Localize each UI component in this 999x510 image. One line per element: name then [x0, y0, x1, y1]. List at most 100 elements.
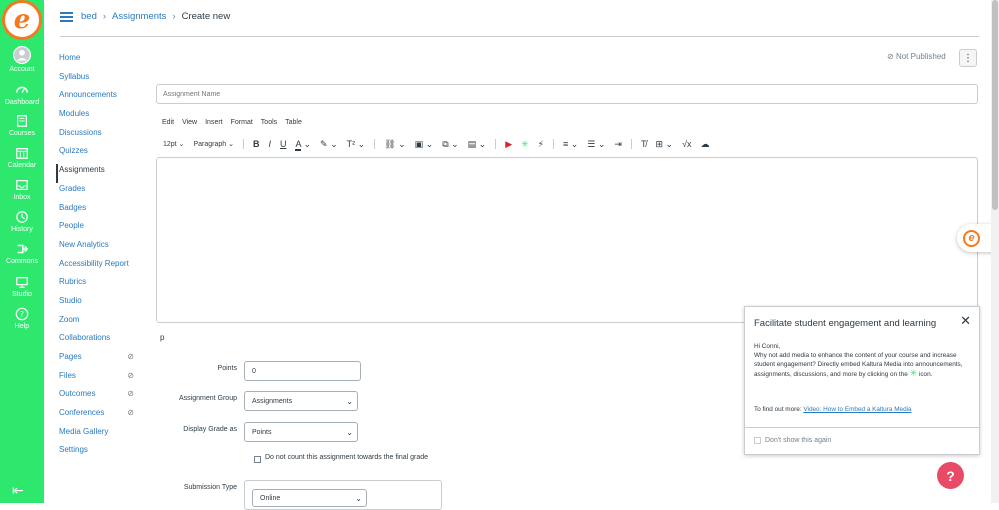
apps-icon[interactable]: ⚡: [538, 139, 544, 150]
chevron-down-icon: ⌄: [346, 396, 353, 406]
menu-table[interactable]: Table: [285, 119, 302, 126]
hidden-eye-icon: ⊘: [127, 408, 134, 418]
image-icon[interactable]: ▣ ⌄: [415, 139, 434, 150]
submission-type-select[interactable]: Online ⌄: [252, 489, 367, 507]
cloud-upload-icon[interactable]: ☁: [701, 139, 710, 150]
institution-logo[interactable]: e: [2, 0, 42, 40]
breadcrumb-course[interactable]: bed: [81, 11, 97, 22]
course-nav-grades[interactable]: Grades: [56, 183, 146, 202]
list-icon[interactable]: ☰ ⌄: [587, 139, 605, 150]
course-nav-rubrics[interactable]: Rubrics: [56, 276, 146, 295]
nav-courses[interactable]: Courses: [0, 114, 44, 146]
commons-icon: [17, 244, 29, 254]
display-grade-label: Display Grade as: [183, 426, 237, 433]
help-button[interactable]: ?: [937, 462, 964, 489]
nav-inbox[interactable]: Inbox: [0, 178, 44, 210]
menu-format[interactable]: Format: [231, 119, 253, 126]
link-icon[interactable]: ⛓ ⌄: [384, 139, 405, 150]
course-nav-conferences[interactable]: Conferences ⊘: [56, 407, 146, 426]
course-nav-settings[interactable]: Settings: [56, 444, 146, 463]
breadcrumb-assignments[interactable]: Assignments: [112, 11, 166, 22]
course-nav-files[interactable]: Files ⊘: [56, 370, 146, 389]
inbox-icon: [16, 180, 28, 190]
nav-help[interactable]: ? Help: [0, 307, 44, 339]
points-label: Points: [217, 365, 237, 372]
points-input[interactable]: 0: [244, 361, 361, 381]
menu-edit[interactable]: Edit: [162, 119, 174, 126]
assignment-group-select[interactable]: Assignments ⌄: [244, 391, 358, 411]
course-nav-people[interactable]: People: [56, 220, 146, 239]
align-icon[interactable]: ≡ ⌄: [563, 139, 578, 150]
nav-studio[interactable]: Studio: [0, 275, 44, 307]
close-icon[interactable]: ✕: [960, 313, 971, 329]
more-options-button[interactable]: ⋮: [959, 49, 977, 67]
underline-icon[interactable]: U: [280, 139, 287, 149]
toolbar-divider: [374, 139, 376, 149]
editor-path: p: [160, 333, 165, 342]
dashboard-icon: [16, 86, 28, 93]
nav-dashboard[interactable]: Dashboard: [0, 83, 44, 115]
dont-show-checkbox[interactable]: [754, 437, 761, 444]
scrollbar-thumb[interactable]: [992, 0, 998, 210]
course-nav-quizzes[interactable]: Quizzes: [56, 145, 146, 164]
nav-calendar[interactable]: Calendar: [0, 146, 44, 178]
nav-history[interactable]: History: [0, 210, 44, 242]
course-nav-syllabus[interactable]: Syllabus: [56, 71, 146, 90]
youtube-icon[interactable]: ▶: [505, 139, 512, 150]
superscript-icon[interactable]: T² ⌄: [347, 139, 366, 150]
kaltura-media-icon[interactable]: ✳: [521, 139, 529, 150]
svg-text:?: ?: [20, 310, 24, 319]
bold-icon[interactable]: B: [253, 139, 260, 149]
kaltura-media-icon: ✳: [909, 368, 918, 379]
courses-icon: [17, 115, 27, 127]
font-size-select[interactable]: 12pt ⌄: [163, 140, 184, 148]
course-nav-zoom[interactable]: Zoom: [56, 314, 146, 333]
menu-tools[interactable]: Tools: [261, 119, 277, 126]
page-scrollbar[interactable]: [991, 0, 999, 503]
table-icon[interactable]: ⊞ ⌄: [655, 139, 673, 150]
course-nav-modules[interactable]: Modules: [56, 108, 146, 127]
popup-divider: [745, 427, 979, 428]
hamburger-menu-icon[interactable]: [60, 12, 73, 22]
menu-view[interactable]: View: [182, 119, 197, 126]
media-icon[interactable]: ⧉ ⌄: [442, 139, 458, 150]
dont-show-again[interactable]: Don't show this again: [754, 437, 831, 444]
document-icon[interactable]: ▤ ⌄: [468, 139, 487, 150]
course-nav-studio[interactable]: Studio: [56, 295, 146, 314]
indent-icon[interactable]: ⇥: [614, 139, 622, 150]
equation-icon[interactable]: √x: [682, 139, 691, 149]
calendar-icon: [16, 148, 28, 159]
assignment-name-input[interactable]: [156, 84, 978, 104]
breadcrumb: bed › Assignments › Create new: [81, 11, 230, 22]
final-grade-label: Do not count this assignment towards the…: [265, 454, 429, 461]
popup-body: Hi Conni, Why not add media to enhance t…: [754, 343, 963, 379]
breadcrumb-separator-icon: ›: [102, 11, 107, 22]
block-format-select[interactable]: Paragraph ⌄: [193, 140, 234, 148]
submission-type-label: Submission Type: [183, 484, 237, 491]
course-nav-home[interactable]: Home: [56, 52, 146, 71]
nav-account[interactable]: Account: [0, 46, 44, 78]
text-color-icon[interactable]: A ⌄: [295, 138, 311, 151]
breadcrumb-current: Create new: [181, 11, 231, 22]
course-nav-collaborations[interactable]: Collaborations: [56, 332, 146, 351]
question-icon: ?: [946, 467, 955, 484]
course-nav-assignments[interactable]: Assignments: [56, 164, 146, 183]
editor-toolbar: 12pt ⌄ Paragraph ⌄ B I U A ⌄ ✎ ⌄ T² ⌄ ⛓ …: [163, 137, 719, 151]
final-grade-checkbox[interactable]: [254, 456, 261, 463]
italic-icon[interactable]: I: [268, 139, 271, 149]
clear-format-icon[interactable]: T̸: [641, 139, 647, 149]
collapse-nav-icon[interactable]: ⇤: [12, 482, 24, 499]
rich-content-editor[interactable]: [156, 157, 978, 323]
menu-insert[interactable]: Insert: [205, 119, 223, 126]
toolbar-divider: [495, 139, 497, 149]
course-nav-new-analytics[interactable]: New Analytics: [56, 239, 146, 258]
display-grade-select[interactable]: Points ⌄: [244, 422, 358, 442]
highlight-icon[interactable]: ✎ ⌄: [320, 139, 338, 150]
course-nav-announcements[interactable]: Announcements: [56, 89, 146, 108]
course-nav-discussions[interactable]: Discussions: [56, 127, 146, 146]
kaltura-video-link[interactable]: Video: How to Embed a Kaltura Media: [803, 406, 911, 413]
course-nav-badges[interactable]: Badges: [56, 202, 146, 221]
course-nav-accessibility-report[interactable]: Accessibility Report: [56, 258, 146, 277]
nav-commons[interactable]: Commons: [0, 242, 44, 274]
toolbar-divider: [630, 139, 632, 149]
